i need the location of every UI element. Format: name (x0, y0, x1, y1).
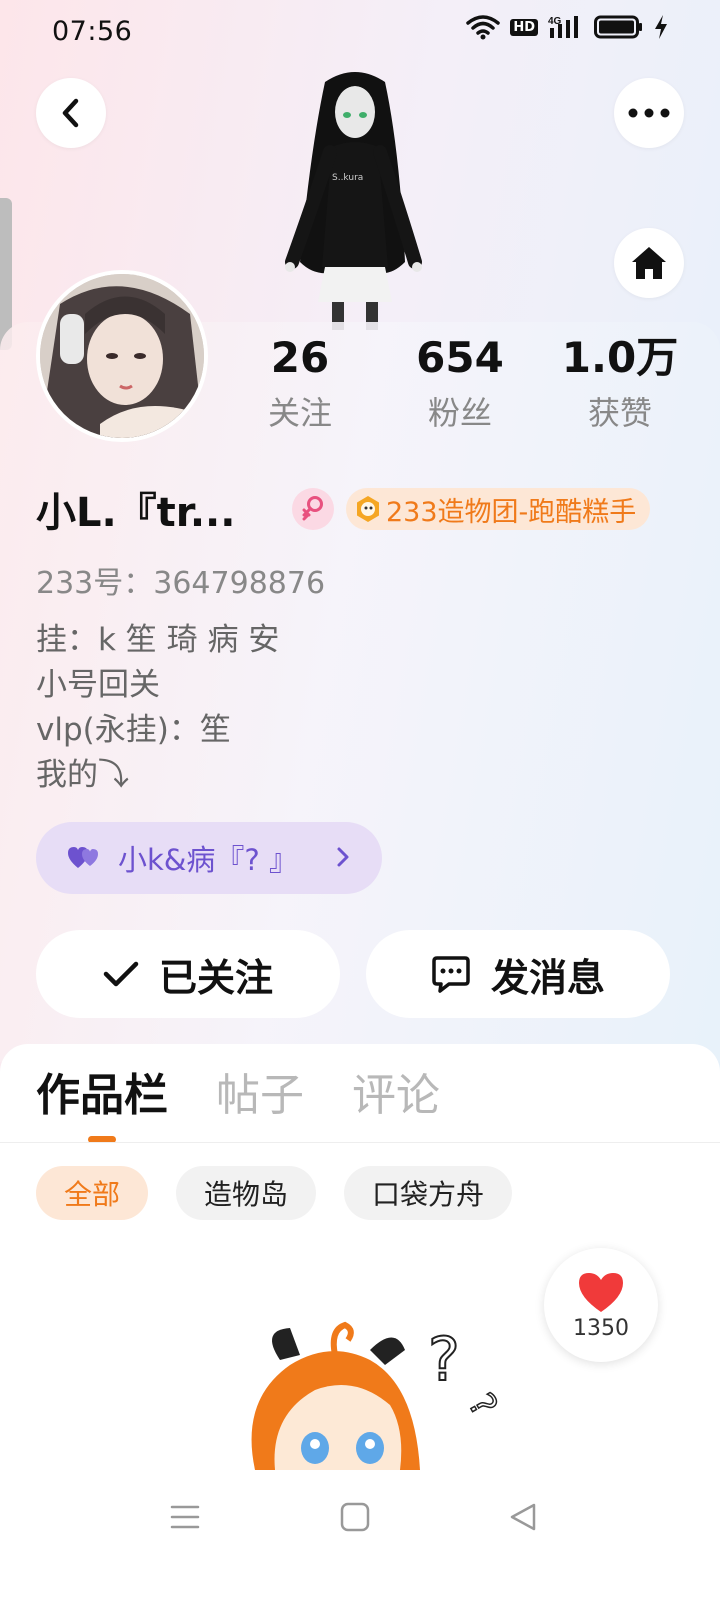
character-figure: S..kura (285, 72, 422, 330)
creator-badge[interactable]: 233造物团-跑酷糕手 (346, 488, 651, 530)
user-id: 233号：364798876 (36, 566, 326, 601)
double-heart-icon (68, 847, 98, 868)
avatar-image (40, 274, 204, 438)
likes-label: 获赞 (587, 394, 652, 432)
badge-label: 233造物团-跑酷糕手 (386, 496, 637, 528)
tab-works[interactable]: 作品栏 (36, 1064, 168, 1143)
avatar[interactable] (36, 270, 208, 442)
followed-button-label: 已关注 (158, 955, 273, 1000)
tab-comments[interactable]: 评论 (352, 1064, 440, 1128)
filter-island[interactable]: 造物岛 (176, 1166, 317, 1220)
profile-stats: 26 关注 654 粉丝 1.0万 获赞 (230, 330, 690, 438)
followers-count: 654 (416, 333, 504, 382)
name-row: 小L.『tr... 233造物团-跑酷糕手 (36, 484, 686, 536)
group-chip[interactable]: 小k&病『? 』 (36, 822, 382, 894)
filter-chips: 全部 造物岛 口袋方舟 (36, 1166, 513, 1220)
home-button[interactable] (614, 228, 684, 298)
check-icon (103, 961, 139, 987)
following-stat[interactable]: 26 关注 (230, 330, 370, 438)
system-nav-bar (0, 1472, 720, 1600)
filter-pocket-ark[interactable]: 口袋方舟 (344, 1166, 513, 1220)
following-count: 26 (270, 333, 330, 382)
charging-icon (655, 15, 667, 39)
followers-label: 粉丝 (427, 394, 492, 432)
group-chip-label: 小k&病『? 』 (118, 843, 299, 877)
home-icon (632, 247, 666, 279)
bio-line: 小号回关 (36, 667, 160, 703)
send-message-button[interactable]: 发消息 (366, 930, 670, 1018)
female-icon (292, 488, 334, 530)
svg-text:?: ? (460, 1387, 505, 1424)
bio-line: 我的⤵ (36, 757, 129, 793)
home-square-icon[interactable] (340, 1502, 370, 1532)
status-bar: 07:56 HD 4G (0, 0, 720, 64)
chevron-left-icon (62, 98, 79, 128)
empty-state-mascot: ? ? (251, 1321, 505, 1470)
user-bio: 挂：k 笙 琦 病 安 小号回关 vlp(永挂)：笙 我的⤵ (36, 618, 279, 798)
badge-emblem-icon (357, 496, 379, 522)
content-tabs: 作品栏 帖子 评论 (36, 1064, 440, 1143)
tabs-divider (0, 1142, 720, 1143)
send-message-label: 发消息 (490, 955, 605, 1000)
back-button[interactable] (36, 78, 106, 148)
bio-line: 挂：k 笙 琦 病 安 (36, 622, 280, 658)
wifi-icon (466, 15, 501, 40)
svg-text:?: ? (428, 1325, 460, 1395)
likes-count: 1.0万 (561, 333, 679, 382)
like-button[interactable]: 1350 (544, 1248, 658, 1362)
user-name: 小L.『tr... (36, 490, 236, 536)
more-options-button[interactable] (614, 78, 684, 148)
status-time: 07:56 (52, 16, 133, 47)
hd-icon: HD (510, 18, 538, 36)
bio-line: vlp(永挂)：笙 (36, 712, 231, 748)
followed-button[interactable]: 已关注 (36, 930, 340, 1018)
more-dots-icon (628, 108, 670, 118)
tab-posts[interactable]: 帖子 (216, 1064, 304, 1128)
svg-text:S..kura: S..kura (332, 173, 363, 183)
chevron-right-icon (337, 847, 349, 867)
following-label: 关注 (267, 394, 332, 432)
signal-icon: 4G (548, 16, 578, 38)
back-triangle-icon[interactable] (508, 1502, 538, 1532)
like-count: 1350 (573, 1315, 629, 1341)
menu-icon[interactable] (170, 1502, 200, 1532)
followers-stat[interactable]: 654 粉丝 (390, 330, 530, 438)
status-icons: HD 4G (466, 14, 668, 40)
chat-bubble-icon (432, 956, 470, 993)
battery-icon (594, 15, 642, 39)
filter-all[interactable]: 全部 (36, 1166, 149, 1220)
likes-stat[interactable]: 1.0万 获赞 (550, 330, 690, 438)
heart-icon (579, 1272, 623, 1312)
